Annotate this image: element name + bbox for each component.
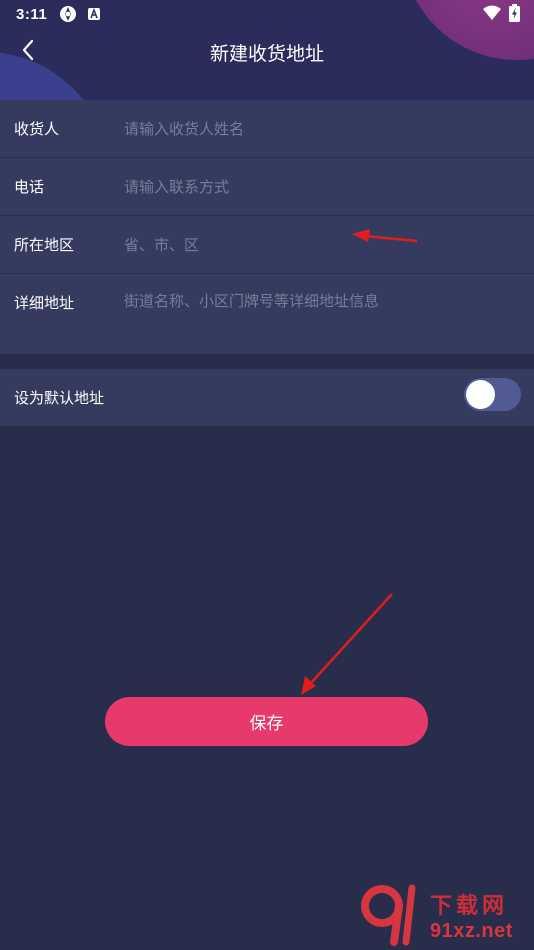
status-time: 3:11 <box>16 5 48 23</box>
receiver-label: 收货人 <box>14 120 60 138</box>
back-button[interactable] <box>10 34 46 70</box>
save-button[interactable]: 保存 <box>105 697 428 746</box>
watermark-logo <box>361 884 416 946</box>
annotation-arrow-save <box>301 593 393 695</box>
detail-address-label: 详细地址 <box>14 294 75 312</box>
wifi-icon <box>483 5 501 21</box>
region-picker-input[interactable] <box>124 235 514 254</box>
default-address-label: 设为默认地址 <box>14 389 105 407</box>
address-form: 收货人 电话 所在地区 详细地址 <box>0 100 534 354</box>
title-bar: 新建收货地址 <box>0 28 534 76</box>
vpn-icon <box>59 5 77 23</box>
watermark: 下载网 91xz.net <box>360 884 530 946</box>
status-bar: 3:11 <box>0 0 534 28</box>
default-address-toggle[interactable] <box>464 378 521 411</box>
page-title: 新建收货地址 <box>209 42 324 65</box>
phone-input[interactable] <box>124 177 514 196</box>
app-notification-icon <box>87 7 101 21</box>
watermark-url-text: 91xz.net <box>430 920 513 942</box>
default-address-row: 设为默认地址 <box>0 369 534 426</box>
toggle-knob <box>466 380 495 409</box>
phone-row: 电话 <box>0 158 534 215</box>
receiver-row: 收货人 <box>0 100 534 157</box>
detail-address-row: 详细地址 <box>0 274 534 330</box>
battery-charging-icon <box>509 4 520 22</box>
watermark-cn-text: 下载网 <box>430 894 509 919</box>
detail-address-input[interactable] <box>124 292 514 310</box>
receiver-name-input[interactable] <box>124 119 514 138</box>
region-label: 所在地区 <box>14 236 75 254</box>
phone-label: 电话 <box>14 178 45 196</box>
header: 3:11 新建收货地址 <box>0 0 534 100</box>
chevron-left-icon <box>21 39 35 65</box>
region-row[interactable]: 所在地区 <box>0 216 534 273</box>
